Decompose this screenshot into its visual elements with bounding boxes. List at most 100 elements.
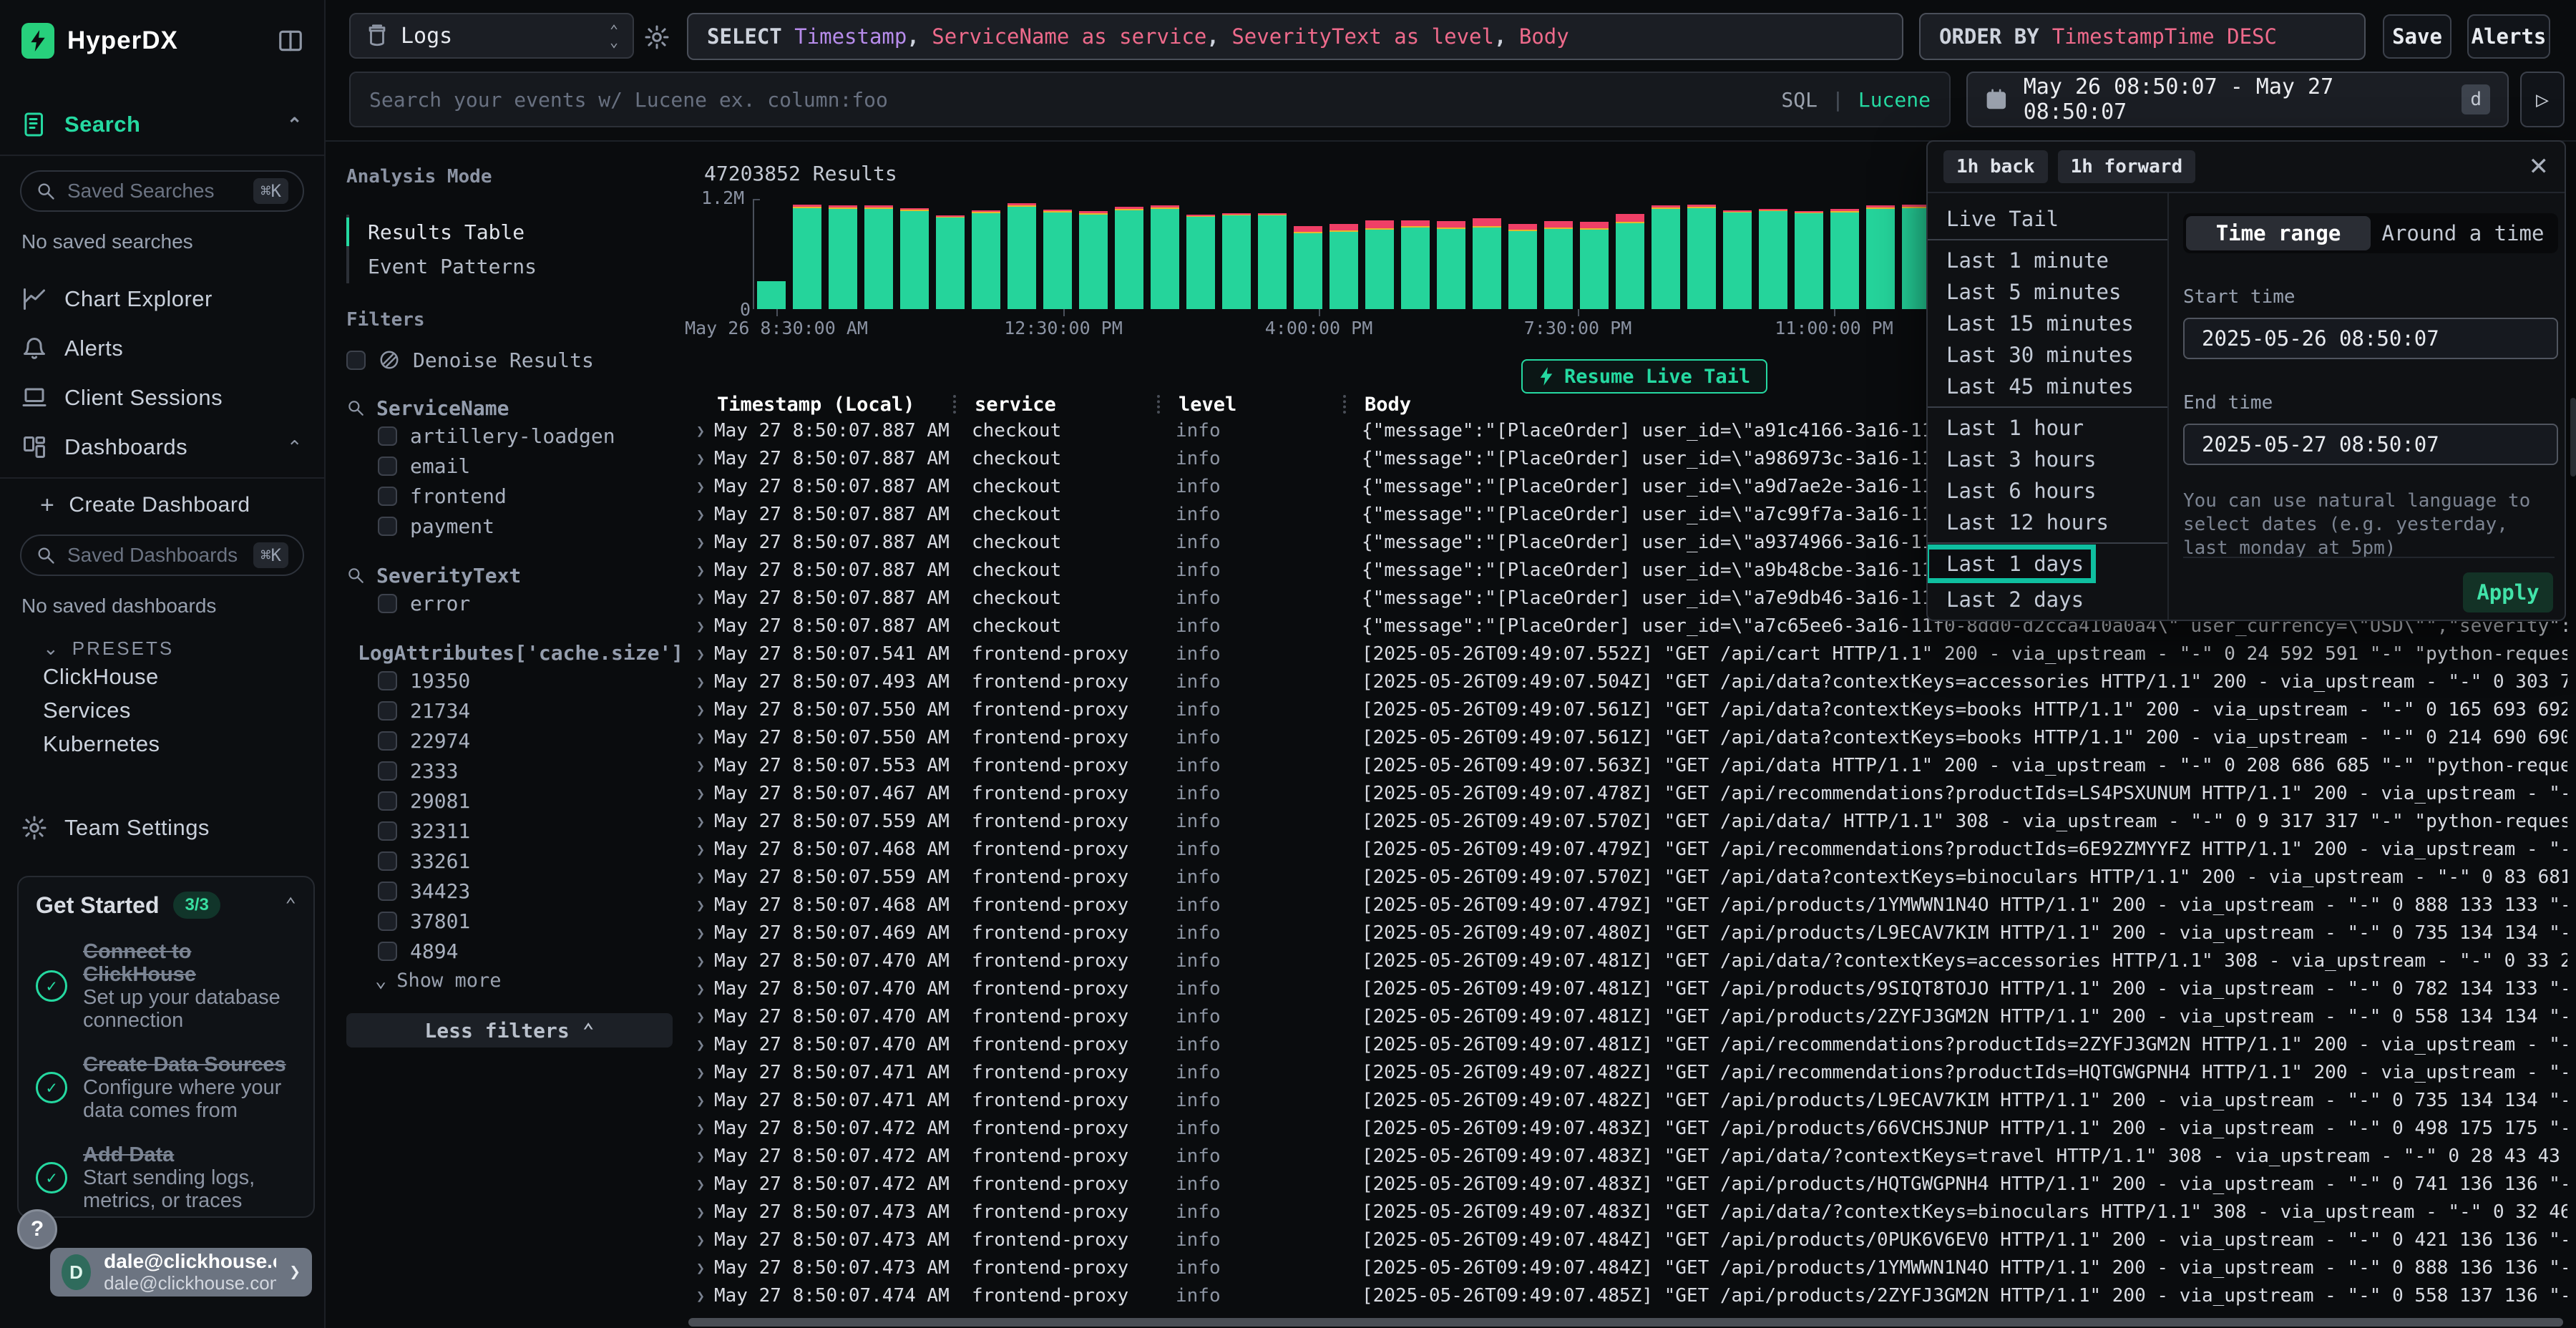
expand-row-icon[interactable]: ❯ xyxy=(687,869,714,886)
checkbox[interactable] xyxy=(378,671,397,690)
search-icon[interactable] xyxy=(346,399,365,417)
preset-clickhouse[interactable]: ClickHouse xyxy=(0,660,324,693)
expand-row-icon[interactable]: ❯ xyxy=(687,1008,714,1025)
checkbox[interactable] xyxy=(378,791,397,811)
quick-range-live-tail[interactable]: Live Tail xyxy=(1928,203,2167,235)
expand-row-icon[interactable]: ❯ xyxy=(687,924,714,942)
expand-row-icon[interactable]: ❯ xyxy=(687,478,714,495)
quick-range-last-1-days[interactable]: Last 1 days xyxy=(1928,548,2092,580)
get-started-item[interactable]: ✓Create Data SourcesConfigure where your… xyxy=(36,1053,296,1122)
filter-option[interactable]: email xyxy=(346,451,673,481)
table-row[interactable]: ❯May 27 8:50:07.493 AMfrontend-proxyinfo… xyxy=(687,668,2567,695)
expand-row-icon[interactable]: ❯ xyxy=(687,1287,714,1304)
analysis-mode-event-patterns[interactable]: Event Patterns xyxy=(349,249,673,283)
quick-range-last-5-minutes[interactable]: Last 5 minutes xyxy=(1928,276,2167,308)
user-menu[interactable]: D dale@clickhouse.com dale@clickhouse.co… xyxy=(50,1248,312,1297)
expand-row-icon[interactable]: ❯ xyxy=(687,1120,714,1137)
expand-row-icon[interactable]: ❯ xyxy=(687,1036,714,1053)
filter-option[interactable]: 37801 xyxy=(346,906,673,936)
expand-row-icon[interactable]: ❯ xyxy=(687,645,714,663)
sidebar-item-search[interactable]: Search ⌃ xyxy=(0,104,324,145)
table-row[interactable]: ❯May 27 8:50:07.473 AMfrontend-proxyinfo… xyxy=(687,1198,2567,1226)
sql-query-input[interactable]: SELECT Timestamp, ServiceName as service… xyxy=(687,13,1903,60)
expand-row-icon[interactable]: ❯ xyxy=(687,590,714,607)
checkbox[interactable] xyxy=(378,912,397,931)
show-more-button[interactable]: ⌄Show more xyxy=(346,966,673,995)
quick-range-last-6-hours[interactable]: Last 6 hours xyxy=(1928,475,2167,507)
save-button[interactable]: Save xyxy=(2383,14,2451,59)
filter-option[interactable]: error xyxy=(346,588,673,618)
expand-row-icon[interactable]: ❯ xyxy=(687,729,714,746)
preset-kubernetes[interactable]: Kubernetes xyxy=(0,727,324,761)
tab-around-a-time[interactable]: Around a time xyxy=(2371,216,2555,250)
order-by-input[interactable]: ORDER BY TimestampTime DESC xyxy=(1919,13,2366,60)
table-row[interactable]: ❯May 27 8:50:07.473 AMfrontend-proxyinfo… xyxy=(687,1226,2567,1254)
expand-row-icon[interactable]: ❯ xyxy=(687,757,714,774)
expand-row-icon[interactable]: ❯ xyxy=(687,562,714,579)
table-row[interactable]: ❯May 27 8:50:07.559 AMfrontend-proxyinfo… xyxy=(687,807,2567,835)
checkbox[interactable] xyxy=(378,851,397,871)
table-row[interactable]: ❯May 27 8:50:07.559 AMfrontend-proxyinfo… xyxy=(687,863,2567,891)
table-row[interactable]: ❯May 27 8:50:07.468 AMfrontend-proxyinfo… xyxy=(687,835,2567,863)
filter-option[interactable]: 33261 xyxy=(346,846,673,876)
denoise-results-filter[interactable]: Denoise Results xyxy=(346,346,673,374)
checkbox[interactable] xyxy=(378,594,397,613)
checkbox[interactable] xyxy=(346,351,366,370)
checkbox[interactable] xyxy=(378,456,397,476)
sidebar-item-team-settings[interactable]: Team Settings xyxy=(0,808,324,848)
table-row[interactable]: ❯May 27 8:50:07.541 AMfrontend-proxyinfo… xyxy=(687,640,2567,668)
expand-row-icon[interactable]: ❯ xyxy=(687,534,714,551)
table-row[interactable]: ❯May 27 8:50:07.472 AMfrontend-proxyinfo… xyxy=(687,1142,2567,1170)
sidebar-item-chart-explorer[interactable]: Chart Explorer xyxy=(0,279,324,319)
filter-option[interactable]: 29081 xyxy=(346,786,673,816)
checkbox[interactable] xyxy=(378,942,397,961)
expand-row-icon[interactable]: ❯ xyxy=(687,1259,714,1276)
event-search-input[interactable]: Search your events w/ Lucene ex. column:… xyxy=(349,72,1951,127)
sidebar-item-alerts[interactable]: Alerts xyxy=(0,328,324,368)
table-row[interactable]: ❯May 27 8:50:07.474 AMfrontend-proxyinfo… xyxy=(687,1281,2567,1309)
table-row[interactable]: ❯May 27 8:50:07.472 AMfrontend-proxyinfo… xyxy=(687,1170,2567,1198)
checkbox[interactable] xyxy=(378,731,397,751)
expand-row-icon[interactable]: ❯ xyxy=(687,813,714,830)
date-range-input[interactable]: May 26 08:50:07 - May 27 08:50:07 d xyxy=(1966,72,2509,127)
checkbox[interactable] xyxy=(378,821,397,841)
search-icon[interactable] xyxy=(346,566,365,585)
expand-row-icon[interactable]: ❯ xyxy=(687,841,714,858)
quick-range-last-1-hour[interactable]: Last 1 hour xyxy=(1928,412,2167,444)
quick-range-last-12-hours[interactable]: Last 12 hours xyxy=(1928,507,2167,538)
checkbox[interactable] xyxy=(378,882,397,901)
run-query-button[interactable]: ▷ xyxy=(2520,72,2565,127)
filter-option[interactable]: artillery-loadgen xyxy=(346,421,673,451)
get-started-item[interactable]: ✓Add DataStart sending logs, metrics, or… xyxy=(36,1143,296,1212)
filter-option[interactable]: 19350 xyxy=(346,665,673,695)
column-header-service[interactable]: service xyxy=(972,394,1176,416)
table-row[interactable]: ❯May 27 8:50:07.472 AMfrontend-proxyinfo… xyxy=(687,1114,2567,1142)
expand-row-icon[interactable]: ❯ xyxy=(687,1148,714,1165)
saved-searches-input[interactable]: Saved Searches ⌘K xyxy=(20,170,304,212)
expand-row-icon[interactable]: ❯ xyxy=(687,980,714,997)
expand-row-icon[interactable]: ❯ xyxy=(687,617,714,635)
language-lucene-option[interactable]: Lucene xyxy=(1858,88,1931,112)
help-button[interactable]: ? xyxy=(17,1209,57,1249)
checkbox[interactable] xyxy=(378,426,397,446)
column-resize-handle[interactable] xyxy=(953,395,956,414)
filter-option[interactable]: 32311 xyxy=(346,816,673,846)
table-row[interactable]: ❯May 27 8:50:07.473 AMfrontend-proxyinfo… xyxy=(687,1254,2567,1281)
quick-range-last-45-minutes[interactable]: Last 45 minutes xyxy=(1928,371,2167,402)
expand-row-icon[interactable]: ❯ xyxy=(687,897,714,914)
alerts-button[interactable]: Alerts xyxy=(2467,14,2550,59)
quick-range-last-2-days[interactable]: Last 2 days xyxy=(1928,584,2167,615)
expand-row-icon[interactable]: ❯ xyxy=(687,1176,714,1193)
less-filters-button[interactable]: Less filters ⌃ xyxy=(346,1013,673,1048)
shift-1h-back-button[interactable]: 1h back xyxy=(1943,150,2048,183)
analysis-mode-results-table[interactable]: Results Table xyxy=(349,215,673,249)
sidebar-collapse-icon[interactable] xyxy=(277,27,304,54)
table-row[interactable]: ❯May 27 8:50:07.470 AMfrontend-proxyinfo… xyxy=(687,1030,2567,1058)
expand-row-icon[interactable]: ❯ xyxy=(687,422,714,439)
table-row[interactable]: ❯May 27 8:50:07.471 AMfrontend-proxyinfo… xyxy=(687,1058,2567,1086)
table-row[interactable]: ❯May 27 8:50:07.470 AMfrontend-proxyinfo… xyxy=(687,947,2567,975)
filter-option[interactable]: frontend xyxy=(346,481,673,511)
resume-live-tail-button[interactable]: Resume Live Tail xyxy=(1521,359,1767,394)
language-sql-option[interactable]: SQL xyxy=(1781,88,1818,112)
end-time-input[interactable]: 2025-05-27 08:50:07 xyxy=(2183,424,2558,465)
